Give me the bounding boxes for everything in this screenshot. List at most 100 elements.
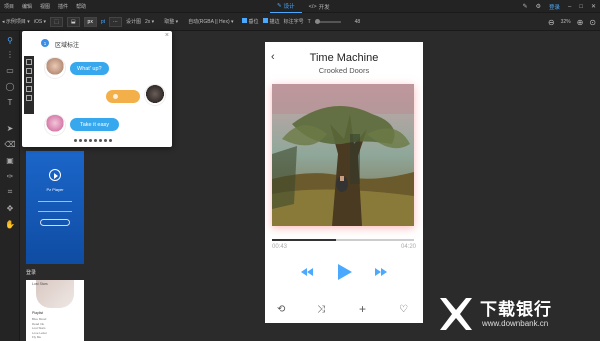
checkbox-icon	[241, 18, 247, 23]
page-dot[interactable]	[94, 139, 97, 142]
add-icon[interactable]: +	[359, 302, 366, 316]
font-size-label: 标注字号	[283, 19, 304, 25]
select-icon[interactable]	[26, 95, 32, 101]
annotation-popup: 1 区域标注 × What' up? Take it easy	[22, 31, 172, 147]
page-dot[interactable]	[84, 139, 87, 142]
artboard-player-login[interactable]: Pz Player	[26, 151, 84, 264]
unit-extra-button[interactable]: ⋯	[109, 16, 122, 27]
project-dropdown[interactable]: ◂ 示例项目 ▾	[2, 18, 30, 25]
tab-develop[interactable]: </> 开发	[302, 0, 337, 13]
platform-label: iOS	[33, 18, 43, 25]
artboard-playlist[interactable]: Lost Stars Playlist Blue Mood Dead Ink L…	[26, 280, 84, 341]
square-icon[interactable]	[26, 59, 32, 65]
brush-icon[interactable]: ✎	[523, 3, 528, 10]
menu-item-view[interactable]: 视图	[36, 3, 54, 10]
total-time: 04:20	[400, 244, 416, 250]
input-line	[38, 201, 72, 202]
annotation-pin[interactable]: 1	[41, 39, 49, 47]
artboard-light-heading: Playlist	[32, 311, 44, 315]
downbank-logo-icon	[440, 298, 472, 330]
tool-slot-icon[interactable]: ⋮	[5, 49, 15, 59]
export-button[interactable]: ⬓	[66, 16, 80, 27]
avatar	[44, 57, 66, 79]
close-icon[interactable]: ×	[165, 32, 169, 39]
project-label: 示例项目	[5, 19, 26, 25]
menu-item-help[interactable]: 帮助	[72, 3, 90, 10]
page-dot[interactable]	[89, 139, 92, 142]
page-dots	[74, 139, 112, 142]
rounding-dropdown[interactable]: 取整 ▾	[164, 18, 178, 25]
design-scale-value: 2x	[145, 18, 151, 25]
position-checkbox-label: 垂位	[248, 19, 259, 25]
tab-design[interactable]: ✎ 设计	[270, 0, 302, 13]
shuffle-icon[interactable]: ⤨	[317, 304, 325, 315]
progress-fill	[272, 239, 336, 241]
text-tool-icon[interactable]: T	[5, 97, 15, 107]
fit-screen-icon[interactable]: ⊙	[589, 18, 596, 27]
image-icon[interactable]: ▣	[5, 155, 15, 165]
zoom-out-icon[interactable]: ⊖	[548, 18, 555, 27]
zoom-in-icon[interactable]: ⊕	[577, 18, 584, 27]
artboard-player-title: Pz Player	[46, 187, 64, 192]
eraser-icon[interactable]: ⌫	[4, 139, 15, 149]
progress-bar[interactable]	[272, 239, 414, 241]
text-box-icon[interactable]	[26, 68, 32, 74]
zoom-controls: ⊖ 32% ⊕ ⊙	[548, 13, 596, 31]
annotation-pin-icon[interactable]: ⚲	[5, 35, 15, 45]
pointer-icon[interactable]: ➤	[5, 123, 15, 133]
frame-icon[interactable]	[26, 77, 32, 83]
tab-develop-label: 开发	[318, 4, 330, 11]
repeat-icon[interactable]: ⟲	[277, 304, 285, 315]
menu-item-edit[interactable]: 编辑	[18, 3, 36, 10]
avatar	[144, 84, 166, 106]
font-size-slider[interactable]	[314, 18, 341, 24]
page-dot[interactable]	[99, 139, 102, 142]
unit-pt-button[interactable]: pt	[101, 19, 105, 25]
border-checkbox-label: 描边	[269, 19, 280, 25]
artboard-light-rows: Blue Mood Dead Ink Lost Stars Love Lette…	[32, 317, 47, 340]
menu-item-project[interactable]: 项目	[0, 3, 18, 10]
album-art-illustration	[272, 84, 414, 226]
unit-px-button[interactable]: px	[83, 16, 97, 27]
page-dot[interactable]	[79, 139, 82, 142]
font-size-small-icon: T	[307, 18, 311, 25]
border-checkbox[interactable]: 描边	[262, 18, 280, 25]
page-dot[interactable]	[109, 139, 112, 142]
position-checkbox[interactable]: 垂位	[241, 18, 259, 25]
watermark-url: www.downbank.cn	[482, 319, 549, 328]
list-item: Blue Mood	[32, 317, 47, 321]
minimize-icon[interactable]: –	[568, 4, 571, 10]
play-icon[interactable]	[338, 264, 352, 280]
settings-icon[interactable]: ⚙	[536, 3, 541, 10]
current-time: 00:43	[272, 244, 288, 250]
zoom-value: 32%	[560, 19, 571, 25]
menu-item-plugins[interactable]: 插件	[54, 3, 72, 10]
crop-icon[interactable]: ⌗	[5, 187, 15, 197]
music-player-artboard: ‹ Time Machine Crooked Doors 00:43 04:20…	[265, 42, 423, 323]
menubar-right: ✎ ⚙ 登录 – □ ✕	[523, 0, 596, 13]
color-format-dropdown[interactable]: 自动(RGBA || Hex) ▾	[188, 18, 233, 25]
chat-bubble-right	[106, 90, 140, 103]
design-scale-dropdown[interactable]: 2x ▾	[145, 19, 154, 25]
eyedropper-icon[interactable]: ✑	[5, 171, 15, 181]
tool-strip: ⚲ ⋮ ▭ ◯ T ➤ ⌫ ▣ ✑ ⌗ ✥ ✋	[0, 31, 20, 341]
circle-tool-icon[interactable]: ◯	[5, 81, 15, 91]
page-dot[interactable]	[74, 139, 77, 142]
heart-icon[interactable]: ♡	[399, 304, 408, 315]
rewind-icon[interactable]	[301, 268, 313, 276]
platform-dropdown[interactable]: iOS ▾	[34, 19, 46, 25]
hand-icon[interactable]: ✋	[5, 219, 15, 229]
crop-box-icon[interactable]	[26, 86, 32, 92]
input-line	[38, 211, 72, 212]
page-dot[interactable]	[104, 139, 107, 142]
popup-side-tools	[24, 56, 34, 114]
import-button[interactable]: ⬚	[50, 16, 63, 27]
rectangle-tool-icon[interactable]: ▭	[5, 65, 15, 75]
chat-bubble-text: Take it easy	[80, 121, 110, 128]
login-button[interactable]: 登录	[549, 3, 560, 11]
maximize-icon[interactable]: □	[579, 4, 583, 10]
move-icon[interactable]: ✥	[5, 203, 15, 213]
fast-forward-icon[interactable]	[375, 268, 387, 276]
rounding-label: 取整	[164, 19, 175, 25]
close-icon[interactable]: ✕	[591, 3, 596, 10]
